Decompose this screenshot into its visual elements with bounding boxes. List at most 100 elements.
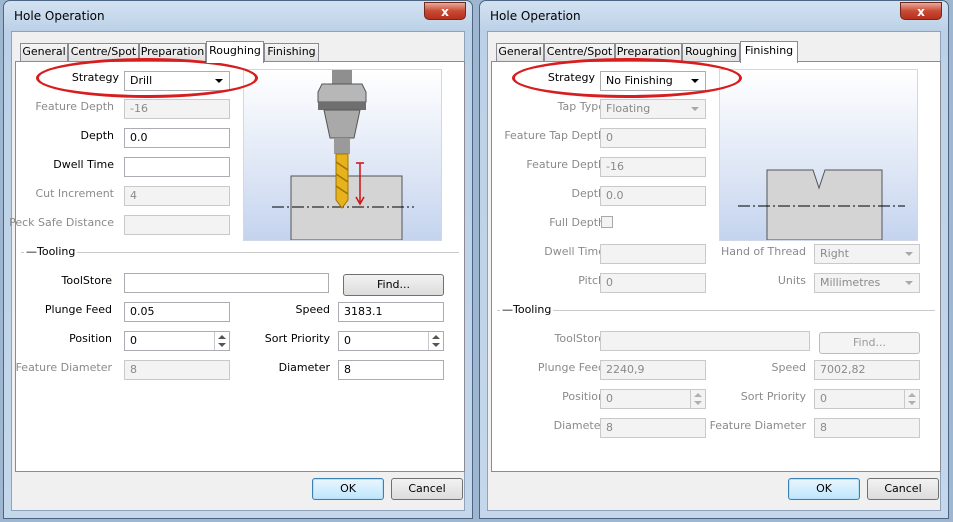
strategy-label: Strategy (71, 71, 119, 84)
tool-holder-flange (317, 83, 367, 103)
full-depth-checkbox[interactable] (601, 216, 613, 228)
full-depth-label: Full Depth (549, 216, 605, 229)
finish-strategy-combo[interactable]: No Finishing (600, 71, 706, 91)
left-window-title: Hole Operation (14, 9, 105, 23)
speed-label: Speed (771, 361, 806, 374)
position-label: Position (562, 390, 605, 403)
left-title-bar[interactable]: Hole Operation x (4, 1, 472, 31)
position-value: 0 (606, 392, 613, 405)
strategy-combo[interactable]: Drill (124, 71, 230, 91)
cancel-button[interactable]: Cancel (391, 478, 463, 500)
plunge-feed-label: Plunge Feed (537, 361, 605, 374)
tap-type-label: Tap Type (557, 100, 605, 113)
dwell-time-field (600, 244, 706, 264)
tool-holder-ring (318, 102, 366, 110)
diameter-field: 8 (600, 418, 706, 438)
cut-increment-label: Cut Increment (35, 187, 114, 200)
stock-block-notch (766, 169, 883, 241)
sort-priority-spinner: 0 (814, 389, 920, 409)
units-combo: Millimetres (814, 273, 920, 293)
plunge-feed-input[interactable]: 0.05 (124, 302, 230, 322)
ok-button[interactable]: OK (312, 478, 384, 500)
left-tab-roughing[interactable]: Roughing (206, 41, 264, 63)
spinner-arrows-icon (690, 390, 705, 408)
dwell-time-label: Dwell Time (53, 158, 114, 171)
thread-preview-image (719, 69, 918, 241)
right-tab-centre-spot[interactable]: Centre/Spot (544, 43, 615, 61)
toolstore-field (600, 331, 810, 351)
position-spinner[interactable]: 0 (124, 331, 230, 351)
feature-depth-field: -16 (124, 99, 230, 119)
tool-holder-body (323, 109, 361, 139)
peck-safe-distance-field (124, 215, 230, 235)
hand-of-thread-label: Hand of Thread (720, 245, 806, 258)
tooling-heading: —Tooling (500, 303, 554, 316)
ok-button[interactable]: OK (788, 478, 860, 500)
tap-type-combo: Floating (600, 99, 706, 119)
left-client-area: General Centre/Spot Preparation Roughing… (9, 31, 465, 511)
sort-priority-label: Sort Priority (740, 390, 806, 403)
feature-depth-label: Feature Depth (35, 100, 114, 113)
feature-depth-label: Feature Depth (526, 158, 605, 171)
spinner-arrows-icon (904, 390, 919, 408)
thread-illustration (738, 169, 905, 241)
depth-input[interactable]: 0.0 (124, 128, 230, 148)
right-close-button[interactable]: x (900, 2, 942, 20)
chevron-down-icon (905, 281, 913, 285)
sort-priority-label: Sort Priority (264, 332, 330, 345)
right-tab-general[interactable]: General (496, 43, 544, 61)
position-value: 0 (130, 334, 137, 347)
right-tab-roughing[interactable]: Roughing (682, 43, 740, 61)
speed-field: 7002,82 (814, 360, 920, 380)
right-tab-preparation[interactable]: Preparation (615, 43, 682, 61)
toolstore-label: ToolStore (61, 274, 112, 287)
left-tab-finishing[interactable]: Finishing (264, 43, 319, 61)
hand-of-thread-value: Right (820, 247, 849, 260)
toolstore-input[interactable] (124, 273, 329, 293)
drill-illustration (272, 70, 414, 241)
cancel-button[interactable]: Cancel (867, 478, 939, 500)
left-roughing-panel: Strategy Drill ? Feature Depth -16 Depth… (9, 58, 465, 472)
right-tab-finishing[interactable]: Finishing (740, 41, 798, 63)
spinner-arrows-icon[interactable] (214, 332, 229, 350)
position-label: Position (69, 332, 112, 345)
diameter-input[interactable]: 8 (338, 360, 444, 380)
plunge-feed-label: Plunge Feed (44, 303, 112, 316)
strategy-label: Strategy (547, 71, 595, 84)
left-tab-general[interactable]: General (20, 43, 68, 61)
feature-tap-depth-label: Feature Tap Depth (504, 129, 605, 142)
collet (334, 138, 350, 154)
chevron-down-icon (691, 107, 699, 111)
tooling-separator (497, 310, 935, 311)
sort-priority-value: 0 (820, 392, 827, 405)
spinner-arrows-icon[interactable] (428, 332, 443, 350)
right-client-area: General Centre/Spot Preparation Roughing… (487, 31, 941, 511)
diameter-label: Diameter (553, 419, 605, 432)
feature-diameter-label: Feature Diameter (15, 361, 112, 374)
speed-input[interactable]: 3183.1 (338, 302, 444, 322)
right-window-title: Hole Operation (490, 9, 581, 23)
tooling-heading: —Tooling (24, 245, 78, 258)
speed-label: Speed (295, 303, 330, 316)
pitch-field: 0 (600, 273, 706, 293)
right-finishing-panel: Strategy No Finishing ? Tap Type Floatin… (491, 58, 941, 472)
feature-depth-field: -16 (600, 157, 706, 177)
left-tab-preparation[interactable]: Preparation (139, 43, 206, 61)
sort-priority-spinner[interactable]: 0 (338, 331, 444, 351)
right-dialog: Hole Operation x General Centre/Spot Pre… (479, 0, 949, 519)
right-title-bar[interactable]: Hole Operation x (480, 1, 948, 31)
feature-diameter-field: 8 (124, 360, 230, 380)
left-tab-centre-spot[interactable]: Centre/Spot (68, 43, 139, 61)
sort-priority-value: 0 (344, 334, 351, 347)
finish-strategy-value: No Finishing (606, 74, 673, 87)
left-close-button[interactable]: x (424, 2, 466, 20)
strategy-value: Drill (130, 74, 153, 87)
feature-diameter-field: 8 (814, 418, 920, 438)
find-button[interactable]: Find... (343, 274, 444, 296)
depth-label: Depth (80, 129, 114, 142)
feature-diameter-label: Feature Diameter (709, 419, 806, 432)
units-value: Millimetres (820, 276, 881, 289)
drill-preview-image (243, 69, 442, 241)
plunge-feed-field: 2240,9 (600, 360, 706, 380)
dwell-time-input[interactable] (124, 157, 230, 177)
